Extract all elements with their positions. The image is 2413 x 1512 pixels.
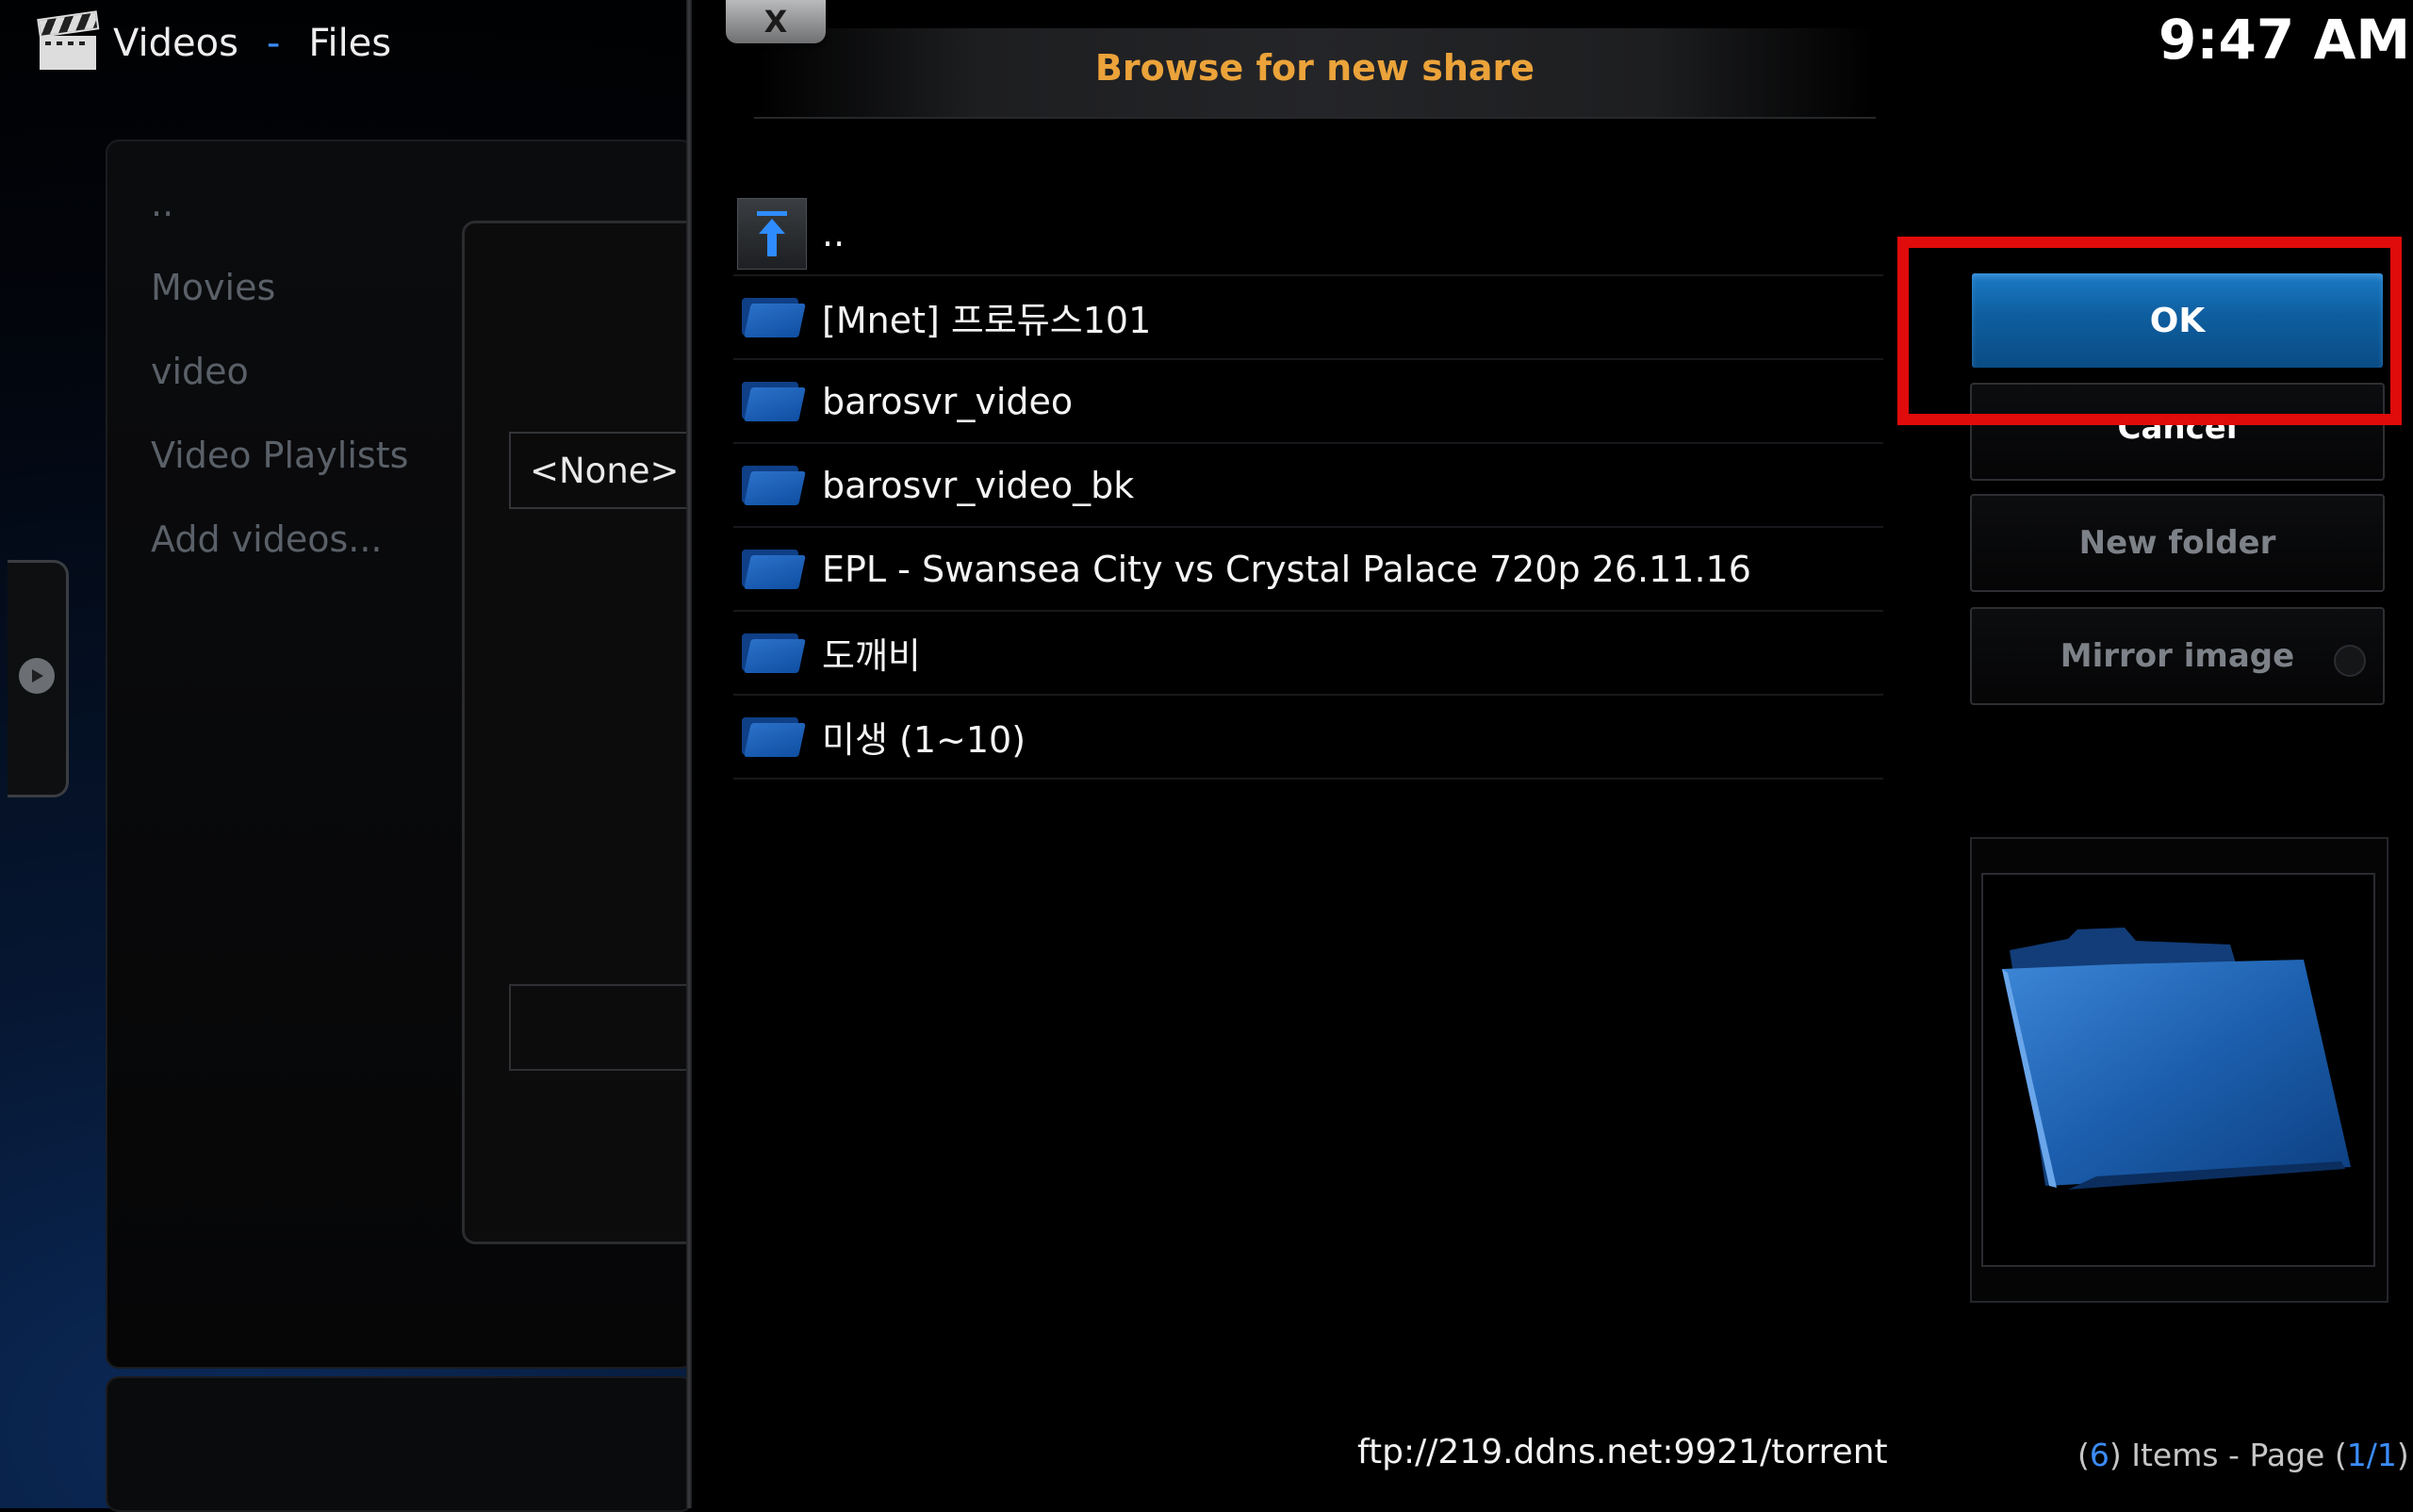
new-folder-button[interactable]: New folder [1970,494,2385,592]
folder-icon [742,381,806,421]
items-page-text: ) Items - Page ( [2109,1437,2347,1473]
clapperboard-icon [37,10,100,70]
list-item[interactable]: 도깨비 [733,612,1883,696]
play-arrow-icon[interactable] [19,658,55,694]
folder-icon [742,716,806,757]
current-path-label: ftp://219.ddns.net:9921/torrent [1357,1433,1888,1471]
files-list: .. Movies video Video Playlists Add vide… [151,185,408,604]
header-separator: - [266,22,281,65]
source-path-field[interactable]: <None> [509,432,698,509]
list-item-label: barosvr_video [822,380,1074,422]
large-folder-icon [2002,928,2351,1190]
paren-close: ) [2396,1437,2409,1473]
mirror-image-button[interactable]: Mirror image [1970,607,2385,705]
list-item-label: barosvr_video_bk [822,464,1135,506]
mirror-image-toggle-indicator[interactable] [2334,645,2366,677]
page-indicator: 1/1 [2346,1437,2397,1473]
header-section-label: Files [308,22,392,65]
header-app-label: Videos [113,22,238,65]
share-file-list: .. [Mnet] 프로듀스101 barosvr_video barosvr_… [733,192,1883,780]
list-item[interactable]: barosvr_video_bk [733,444,1883,528]
ok-highlight-box [1897,237,2402,425]
folder-up-icon [737,197,807,270]
list-item[interactable]: [Mnet] 프로듀스101 [733,276,1883,360]
list-item-movies[interactable]: Movies [151,269,408,353]
list-item-add-videos[interactable]: Add videos... [151,520,408,604]
list-item[interactable]: EPL - Swansea City vs Crystal Palace 720… [733,528,1883,612]
list-item[interactable]: barosvr_video [733,360,1883,444]
preview-frame [1981,873,2375,1267]
folder-icon [742,549,806,589]
folder-icon [742,297,806,337]
add-video-source-dialog [462,221,703,1244]
source-name-field[interactable] [509,984,701,1071]
window-header: Videos - Files [37,10,392,72]
list-item-label: 도깨비 [822,635,921,677]
list-item-video-playlists[interactable]: Video Playlists [151,436,408,520]
clock: 9:47 AM [2159,8,2411,72]
folder-icon [742,465,806,505]
folder-icon [742,633,806,673]
dialog-title: Browse for new share [1094,47,1535,89]
list-item[interactable]: .. [733,192,1883,276]
item-count: 6 [2089,1437,2109,1473]
items-page-status: (6) Items - Page (1/1) [2077,1437,2409,1473]
list-item[interactable]: 미생 (1~10) [733,696,1883,780]
list-item-label: 미생 (1~10) [822,719,1026,761]
list-item-label: EPL - Swansea City vs Crystal Palace 720… [822,548,1751,590]
info-panel [106,1376,694,1512]
mirror-image-label: Mirror image [2060,637,2295,675]
list-item-label: .. [822,212,845,255]
list-item-label: [Mnet] 프로듀스101 [822,300,1152,341]
close-button[interactable]: X [726,0,826,43]
paren-open: ( [2077,1437,2090,1473]
list-item-parent[interactable]: .. [151,185,408,269]
list-item-video[interactable]: video [151,353,408,436]
